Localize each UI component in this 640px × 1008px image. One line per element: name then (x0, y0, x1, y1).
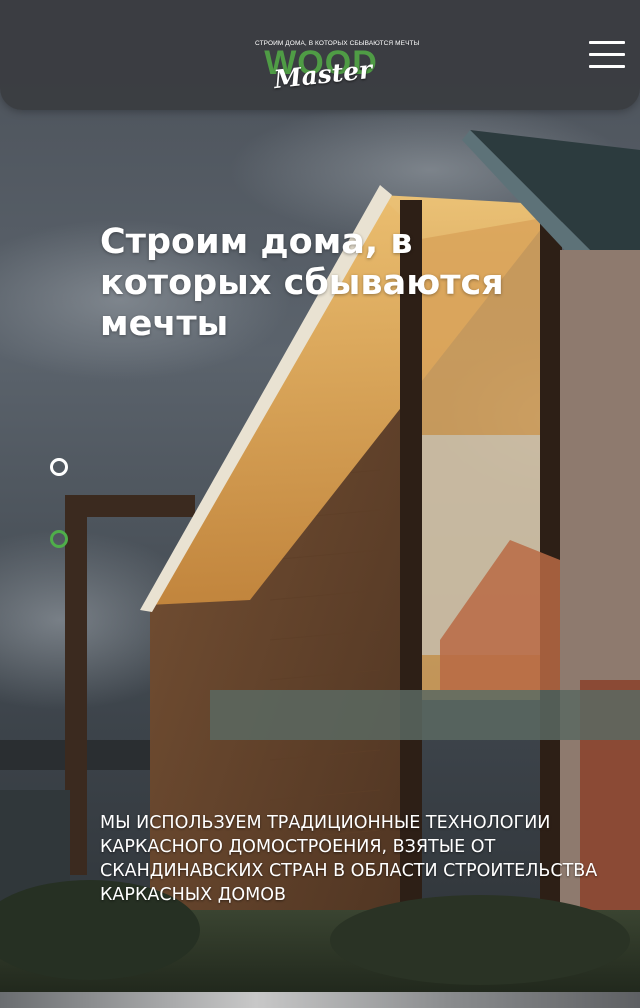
hero-title: Строим дома, в которых сбываются мечты (100, 222, 504, 344)
slider-dot-2-active[interactable] (50, 530, 68, 548)
site-header: СТРОИМ ДОМА, В КОТОРЫХ СБЫВАЮТСЯ МЕЧТЫ W… (0, 0, 640, 110)
woodmaster-logo[interactable]: СТРОИМ ДОМА, В КОТОРЫХ СБЫВАЮТСЯ МЕЧТЫ W… (255, 40, 419, 98)
slider-dot-1[interactable] (50, 458, 68, 476)
next-section-edge (0, 992, 640, 1008)
hero-subtitle: Мы используем традиционные технологии ка… (100, 813, 598, 905)
hamburger-menu-icon[interactable] (589, 41, 625, 69)
